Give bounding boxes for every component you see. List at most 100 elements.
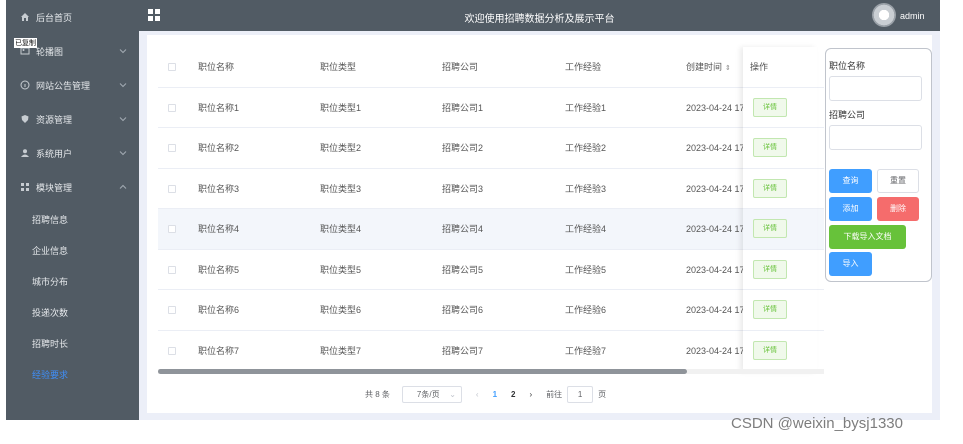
cell-experience: 工作经验2 <box>565 143 607 153</box>
row-checkbox[interactable] <box>168 306 176 314</box>
detail-button[interactable]: 详情 <box>753 259 787 279</box>
cell-experience: 工作经验1 <box>565 102 607 113</box>
page-size-select[interactable]: 7条/页 ⌄ <box>401 385 462 403</box>
detail-button[interactable]: 详情 <box>753 219 787 238</box>
pagination: 共 8 条 7条/页 ⌄ ‹ 1 2 › 前往 1 页 <box>365 385 606 403</box>
sidebar-item-label: 网站公告管理 <box>36 80 91 91</box>
column-header-type: 职位类型 <box>320 62 357 72</box>
scrollbar-thumb[interactable] <box>158 369 687 374</box>
row-checkbox[interactable] <box>168 225 176 233</box>
page-1[interactable]: 1 <box>493 390 497 399</box>
detail-button[interactable]: 详情 <box>753 178 787 198</box>
goto-prefix: 前往 <box>546 389 563 399</box>
horizontal-scrollbar[interactable] <box>158 369 824 374</box>
next-page-icon[interactable]: › <box>529 390 532 399</box>
cell-type: 职位类型4 <box>320 224 362 234</box>
chevron-up-icon <box>119 184 127 189</box>
table-row[interactable]: 职位名称3 职位类型3 招聘公司3 工作经验3 2023-04-24 17:58 <box>158 169 824 209</box>
sort-icon[interactable]: ⇕ <box>725 49 731 87</box>
sidebar-item-label: 系统用户 <box>36 148 73 159</box>
cell-company: 招聘公司2 <box>442 143 484 153</box>
row-checkbox[interactable] <box>168 184 176 193</box>
reset-button[interactable]: 重置 <box>877 169 919 193</box>
detail-button[interactable]: 详情 <box>753 300 787 319</box>
cell-name: 职位名称5 <box>198 264 240 275</box>
select-all-checkbox[interactable] <box>168 63 176 71</box>
sidebar-item-label: 资源管理 <box>36 114 73 125</box>
table-row[interactable]: 职位名称5 职位类型5 招聘公司5 工作经验5 2023-04-24 17:58 <box>158 250 824 290</box>
table-row[interactable]: 职位名称6 职位类型6 招聘公司6 工作经验6 2023-04-24 17:58 <box>158 290 824 331</box>
actions-column: 操作 详情 详情 详情 详情 详情 详情 详情 <box>743 47 817 372</box>
actions-row: 详情 <box>743 250 817 290</box>
sidebar-subitem-1[interactable]: 招聘信息 <box>6 204 139 235</box>
top-header: 欢迎使用招聘数据分析及展示平台 admin <box>139 0 940 31</box>
row-checkbox[interactable] <box>168 265 176 274</box>
actions-row: 详情 <box>743 128 817 169</box>
actions-row: 详情 <box>743 169 817 209</box>
row-checkbox[interactable] <box>168 346 176 355</box>
delete-button[interactable]: 删除 <box>877 197 919 221</box>
table-panel: 职位名称 职位类型 招聘公司 工作经验 创建时间 ⇕ 职位名称1 职位类型1 招聘公司… <box>147 35 932 413</box>
username[interactable]: admin <box>900 11 925 21</box>
download-template-button[interactable]: 下载导入文档 <box>829 225 906 249</box>
cell-company: 招聘公司5 <box>442 264 484 275</box>
app-window: 后台首页 轮播图网站公告管理 资源管理系统用户模块管理 招聘信息 企业信息 城市分布投… <box>6 0 940 420</box>
row-checkbox[interactable] <box>168 144 176 152</box>
page-2[interactable]: 2 <box>511 390 515 399</box>
watermark: CSDN @weixin_bysj1330 <box>731 415 903 432</box>
company-input[interactable] <box>829 125 922 150</box>
copied-tooltip: 已复制 <box>14 38 37 48</box>
goto-page-input[interactable]: 1 <box>567 385 594 403</box>
table-row[interactable]: 职位名称4 职位类型4 招聘公司4 工作经验4 2023-04-24 17:58 <box>158 209 824 250</box>
cell-company: 招聘公司6 <box>442 305 484 315</box>
job-name-input[interactable] <box>829 76 922 101</box>
query-button[interactable]: 查询 <box>829 169 872 193</box>
column-header-created-label: 创建时间 <box>686 62 723 72</box>
sidebar-item-4[interactable]: 系统用户 <box>6 136 139 170</box>
search-card: 职位名称 招聘公司 查询 重置 添加 删除 下载导入文档 导入 <box>825 48 932 282</box>
actions-row: 详情 <box>743 209 817 250</box>
info-icon <box>20 80 30 90</box>
cell-experience: 工作经验4 <box>565 224 607 234</box>
chevron-down-icon <box>119 151 127 156</box>
sidebar-subitem-5[interactable]: 招聘时长 <box>6 328 139 359</box>
avatar[interactable] <box>872 3 896 27</box>
sidebar-subitem-2[interactable]: 企业信息 <box>6 235 139 266</box>
sidebar-item-3[interactable]: 资源管理 <box>6 102 139 136</box>
sidebar-item-label: 轮播图 <box>36 46 64 57</box>
actions-row: 详情 <box>743 331 817 371</box>
row-checkbox[interactable] <box>168 103 176 112</box>
column-header-action: 操作 <box>750 62 769 72</box>
sidebar-item-home[interactable]: 后台首页 <box>6 0 139 34</box>
sidebar-subitem-4[interactable]: 投递次数 <box>6 297 139 328</box>
sidebar-item-2[interactable]: 网站公告管理 <box>6 68 139 102</box>
main-content: 职位名称 职位类型 招聘公司 工作经验 创建时间 ⇕ 职位名称1 职位类型1 招聘公司… <box>139 31 940 420</box>
table-row[interactable]: 职位名称2 职位类型2 招聘公司2 工作经验2 2023-04-24 17:58 <box>158 128 824 169</box>
cell-type: 职位类型6 <box>320 305 362 315</box>
cell-type: 职位类型1 <box>320 102 362 113</box>
import-button[interactable]: 导入 <box>829 252 872 276</box>
actions-row: 详情 <box>743 290 817 331</box>
page-size-value: 7条/页 <box>416 389 440 399</box>
column-header-name: 职位名称 <box>198 62 235 72</box>
prev-page-icon[interactable]: ‹ <box>476 390 479 399</box>
chevron-down-icon <box>119 49 127 54</box>
cell-company: 招聘公司1 <box>442 102 484 113</box>
cell-type: 职位类型2 <box>320 143 362 153</box>
column-header-experience: 工作经验 <box>565 62 602 72</box>
sidebar-home-label: 后台首页 <box>36 12 73 23</box>
cell-company: 招聘公司4 <box>442 224 484 234</box>
table-row[interactable]: 职位名称7 职位类型7 招聘公司7 工作经验7 2023-04-24 17:58 <box>158 331 824 371</box>
grid-icon <box>20 182 30 192</box>
add-button[interactable]: 添加 <box>829 197 872 221</box>
detail-button[interactable]: 详情 <box>753 138 787 157</box>
detail-button[interactable]: 详情 <box>753 340 787 360</box>
sidebar: 后台首页 轮播图网站公告管理 资源管理系统用户模块管理 招聘信息 企业信息 城市分布投… <box>6 0 139 420</box>
sidebar-subitem-6[interactable]: 经验要求 <box>6 359 139 390</box>
chevron-down-icon <box>119 117 127 122</box>
detail-button[interactable]: 详情 <box>753 97 787 117</box>
sidebar-subitem-3[interactable]: 城市分布 <box>6 266 139 297</box>
column-header-created[interactable]: 创建时间 ⇕ <box>686 47 731 87</box>
table-row[interactable]: 职位名称1 职位类型1 招聘公司1 工作经验1 2023-04-24 17:58 <box>158 88 824 128</box>
sidebar-item-5[interactable]: 模块管理 <box>6 170 139 204</box>
